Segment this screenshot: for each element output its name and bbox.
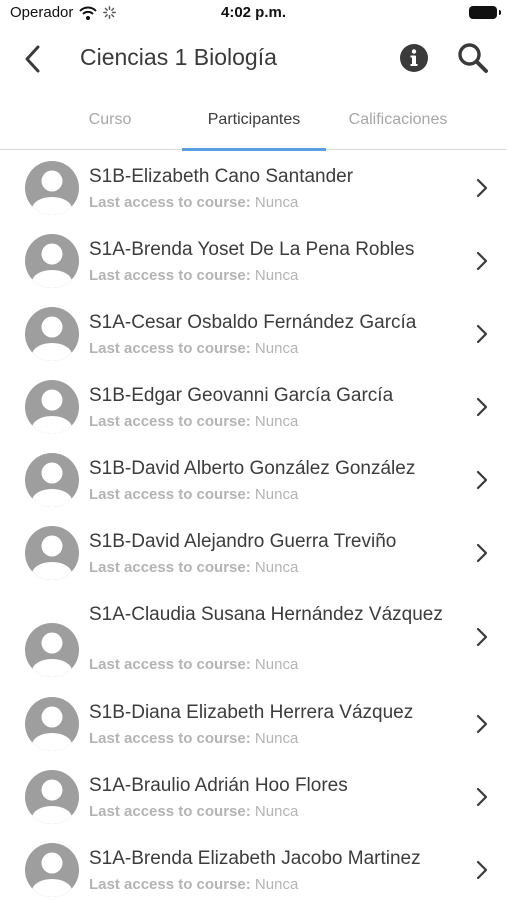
last-access-label: Last access to course: bbox=[89, 194, 251, 211]
user-avatar-icon bbox=[25, 307, 79, 361]
last-access-value: Nunca bbox=[254, 413, 299, 430]
user-avatar-icon bbox=[25, 380, 79, 434]
last-access-label: Last access to course: bbox=[89, 267, 251, 284]
participant-name: S1A-Claudia Susana Hernández Vázquez bbox=[89, 604, 443, 625]
participant-row[interactable]: S1B-David Alberto González González Last… bbox=[0, 443, 507, 516]
last-access-label: Last access to course: bbox=[89, 730, 251, 747]
last-access: Last access to course: Nunca bbox=[89, 194, 298, 211]
page-title: Ciencias 1 Biología bbox=[80, 44, 277, 70]
last-access-label: Last access to course: bbox=[89, 656, 251, 673]
last-access-label: Last access to course: bbox=[89, 876, 251, 893]
last-access-value: Nunca bbox=[254, 730, 299, 747]
last-access-value: Nunca bbox=[254, 267, 299, 284]
participant-row[interactable]: S1B-David Alejandro Guerra Treviño Last … bbox=[0, 516, 507, 589]
status-time: 4:02 p.m. bbox=[220, 4, 287, 21]
user-avatar-icon bbox=[25, 770, 79, 824]
tab-label: Participantes bbox=[207, 111, 301, 128]
last-access-value: Nunca bbox=[254, 340, 299, 357]
last-access: Last access to course: Nunca bbox=[89, 413, 298, 430]
chevron-right-icon bbox=[476, 251, 488, 271]
participant-name: S1A-Cesar Osbaldo Fernández García bbox=[89, 312, 417, 333]
participant-name: S1A-Brenda Elizabeth Jacobo Martinez bbox=[89, 848, 421, 869]
chevron-right-icon bbox=[476, 627, 488, 647]
back-button[interactable] bbox=[18, 42, 48, 76]
chevron-right-icon bbox=[476, 860, 488, 880]
participant-name: S1A-Braulio Adrián Hoo Flores bbox=[89, 775, 348, 796]
participant-row[interactable]: S1B-Diana Elizabeth Herrera Vázquez Last… bbox=[0, 687, 507, 760]
participant-name: S1B-David Alberto González González bbox=[89, 458, 416, 479]
tab-curso[interactable]: Curso bbox=[50, 102, 170, 150]
course-info-button[interactable] bbox=[399, 43, 429, 73]
last-access: Last access to course: Nunca bbox=[89, 656, 298, 673]
user-avatar-icon bbox=[25, 697, 79, 751]
last-access-value: Nunca bbox=[254, 194, 299, 211]
chevron-left-icon bbox=[25, 45, 40, 73]
info-icon bbox=[400, 44, 428, 72]
search-icon bbox=[458, 43, 488, 73]
user-avatar-icon bbox=[25, 453, 79, 507]
user-avatar-icon bbox=[25, 843, 79, 897]
participant-row[interactable]: S1A-Brenda Yoset De La Pena Robles Last … bbox=[0, 224, 507, 297]
participant-row[interactable]: S1A-Cesar Osbaldo Fernández García Last … bbox=[0, 297, 507, 370]
last-access-value: Nunca bbox=[254, 656, 299, 673]
participant-name: S1A-Brenda Yoset De La Pena Robles bbox=[89, 239, 415, 260]
user-avatar-icon bbox=[25, 526, 79, 580]
last-access-label: Last access to course: bbox=[89, 413, 251, 430]
last-access: Last access to course: Nunca bbox=[89, 730, 298, 747]
course-tabs: Curso Participantes Calificaciones bbox=[0, 102, 507, 151]
user-avatar-icon bbox=[25, 234, 79, 288]
last-access-label: Last access to course: bbox=[89, 559, 251, 576]
last-access: Last access to course: Nunca bbox=[89, 876, 298, 893]
last-access: Last access to course: Nunca bbox=[89, 267, 298, 284]
last-access: Last access to course: Nunca bbox=[89, 340, 298, 357]
nav-header: Ciencias 1 Biología bbox=[0, 28, 507, 90]
participant-row[interactable]: S1B-Elizabeth Cano Santander Last access… bbox=[0, 151, 507, 224]
tab-calificaciones[interactable]: Calificaciones bbox=[338, 102, 458, 150]
last-access-value: Nunca bbox=[254, 559, 299, 576]
participant-row[interactable]: S1A-Braulio Adrián Hoo Flores Last acces… bbox=[0, 760, 507, 833]
search-button[interactable] bbox=[456, 41, 490, 75]
tab-label: Curso bbox=[88, 111, 132, 128]
last-access-label: Last access to course: bbox=[89, 340, 251, 357]
participant-row[interactable]: S1A-Claudia Susana Hernández Vázquez Las… bbox=[0, 589, 507, 687]
tab-label: Calificaciones bbox=[348, 111, 448, 128]
tab-participantes[interactable]: Participantes bbox=[182, 102, 326, 151]
participants-list: S1B-Elizabeth Cano Santander Last access… bbox=[0, 151, 507, 900]
last-access-label: Last access to course: bbox=[89, 486, 251, 503]
battery-icon bbox=[469, 6, 501, 19]
chevron-right-icon bbox=[476, 470, 488, 490]
participant-name: S1B-David Alejandro Guerra Treviño bbox=[89, 531, 397, 552]
last-access-value: Nunca bbox=[254, 876, 299, 893]
participant-row[interactable]: S1A-Brenda Elizabeth Jacobo Martinez Las… bbox=[0, 833, 507, 900]
chevron-right-icon bbox=[476, 324, 488, 344]
last-access: Last access to course: Nunca bbox=[89, 803, 298, 820]
last-access-value: Nunca bbox=[254, 803, 299, 820]
chevron-right-icon bbox=[476, 397, 488, 417]
last-access: Last access to course: Nunca bbox=[89, 486, 298, 503]
participant-name: S1B-Elizabeth Cano Santander bbox=[89, 166, 354, 187]
user-avatar-icon bbox=[25, 161, 79, 215]
user-avatar-icon bbox=[25, 623, 79, 677]
chevron-right-icon bbox=[476, 543, 488, 563]
participant-name: S1B-Diana Elizabeth Herrera Vázquez bbox=[89, 702, 414, 723]
last-access-value: Nunca bbox=[254, 486, 299, 503]
last-access: Last access to course: Nunca bbox=[89, 559, 298, 576]
last-access-label: Last access to course: bbox=[89, 803, 251, 820]
participant-row[interactable]: S1B-Edgar Geovanni García García Last ac… bbox=[0, 370, 507, 443]
participant-name: S1B-Edgar Geovanni García García bbox=[89, 385, 394, 406]
chevron-right-icon bbox=[476, 178, 488, 198]
chevron-right-icon bbox=[476, 787, 488, 807]
status-bar: Operador 4:02 p.m. bbox=[0, 0, 507, 28]
chevron-right-icon bbox=[476, 714, 488, 734]
